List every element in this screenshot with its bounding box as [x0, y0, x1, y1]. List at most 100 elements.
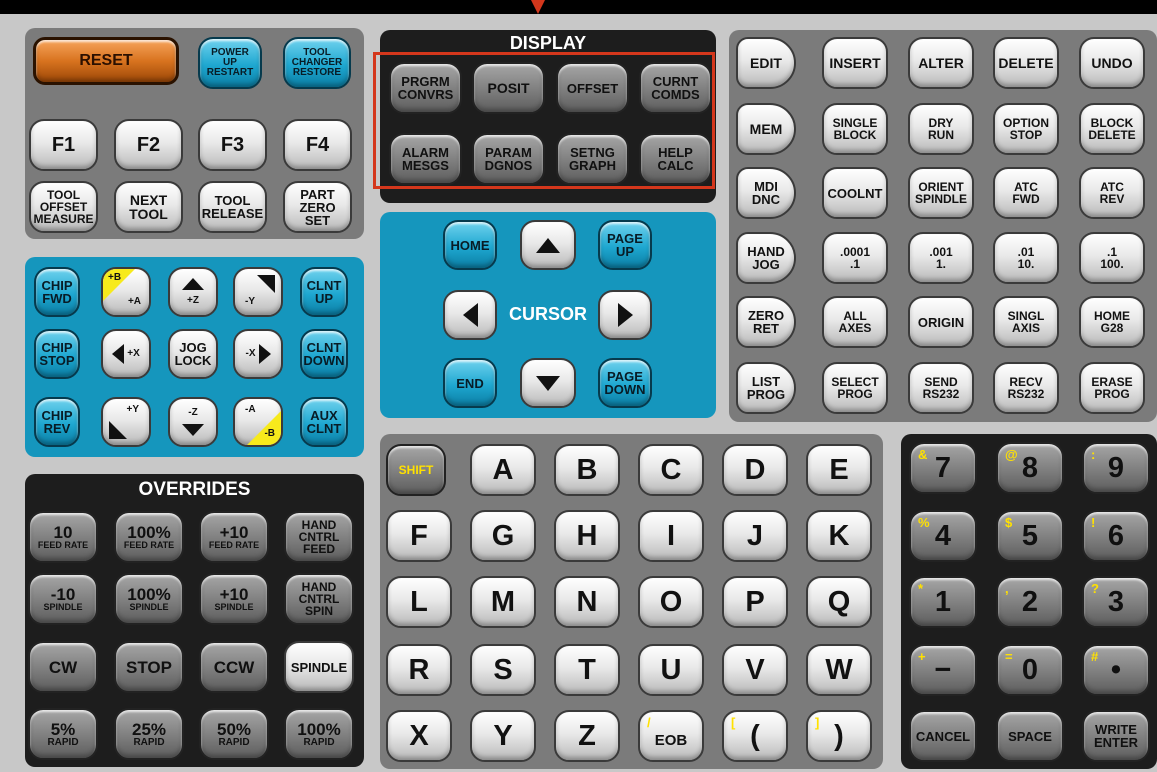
- jog-plus-y-button[interactable]: +Y: [101, 397, 151, 447]
- key-1[interactable]: * 1: [909, 576, 977, 628]
- f4-button[interactable]: F4: [283, 119, 352, 171]
- key-u[interactable]: U: [638, 644, 704, 696]
- write-enter-button[interactable]: WRITE ENTER: [1082, 710, 1150, 762]
- jog-increment-1-button[interactable]: .1 100.: [1079, 232, 1145, 284]
- tool-changer-restore-button[interactable]: TOOL CHANGER RESTORE: [283, 37, 351, 89]
- key-w[interactable]: W: [806, 644, 872, 696]
- prgrm-convrs-button[interactable]: PRGRM CONVRS: [389, 62, 462, 114]
- rapid-5-button[interactable]: 5% RAPID: [28, 708, 98, 760]
- dry-run-button[interactable]: DRY RUN: [908, 103, 974, 155]
- key-b[interactable]: B: [554, 444, 620, 496]
- tool-offset-measure-button[interactable]: TOOL OFFSET MEASURE: [29, 181, 98, 233]
- power-up-restart-button[interactable]: POWER UP RESTART: [198, 37, 262, 89]
- key-m[interactable]: M: [470, 576, 536, 628]
- key-n[interactable]: N: [554, 576, 620, 628]
- alter-button[interactable]: ALTER: [908, 37, 974, 89]
- spindle-button[interactable]: SPINDLE: [284, 641, 354, 693]
- f2-button[interactable]: F2: [114, 119, 183, 171]
- key-7[interactable]: & 7: [909, 442, 977, 494]
- spindle-plus-10-button[interactable]: +10 SPINDLE: [199, 573, 269, 625]
- f3-button[interactable]: F3: [198, 119, 267, 171]
- key-p[interactable]: P: [722, 576, 788, 628]
- key-o[interactable]: O: [638, 576, 704, 628]
- key-q[interactable]: Q: [806, 576, 872, 628]
- page-down-button[interactable]: PAGE DOWN: [598, 358, 652, 408]
- curnt-comds-button[interactable]: CURNT COMDS: [639, 62, 712, 114]
- stop-button[interactable]: STOP: [114, 641, 184, 693]
- jog-plus-z-button[interactable]: +Z: [168, 267, 218, 317]
- edit-mode-button[interactable]: EDIT: [736, 37, 796, 89]
- block-delete-button[interactable]: BLOCK DELETE: [1079, 103, 1145, 155]
- home-button[interactable]: HOME: [443, 220, 497, 270]
- single-block-button[interactable]: SINGLE BLOCK: [822, 103, 888, 155]
- key-minus[interactable]: + −: [909, 644, 977, 696]
- key-4[interactable]: % 4: [909, 510, 977, 562]
- page-up-button[interactable]: PAGE UP: [598, 220, 652, 270]
- key-3[interactable]: ? 3: [1082, 576, 1150, 628]
- cursor-down-button[interactable]: [520, 358, 576, 408]
- key-8[interactable]: @8: [996, 442, 1064, 494]
- key-r[interactable]: R: [386, 644, 452, 696]
- jog-minus-z-button[interactable]: -Z: [168, 397, 218, 447]
- rapid-25-button[interactable]: 25% RAPID: [114, 708, 184, 760]
- jog-minus-y-button[interactable]: -Y: [233, 267, 283, 317]
- setng-graph-button[interactable]: SETNG GRAPH: [556, 133, 629, 185]
- atc-fwd-button[interactable]: ATC FWD: [993, 167, 1059, 219]
- cw-button[interactable]: CW: [28, 641, 98, 693]
- key-0[interactable]: = 0: [996, 644, 1064, 696]
- spindle-100-button[interactable]: 100% SPINDLE: [114, 573, 184, 625]
- clnt-down-button[interactable]: CLNT DOWN: [300, 329, 348, 379]
- option-stop-button[interactable]: OPTION STOP: [993, 103, 1059, 155]
- cursor-left-button[interactable]: [443, 290, 497, 340]
- key-x[interactable]: X: [386, 710, 452, 762]
- feed-rate-100-button[interactable]: 100% FEED RATE: [114, 511, 184, 563]
- insert-button[interactable]: INSERT: [822, 37, 888, 89]
- orient-spindle-button[interactable]: ORIENT SPINDLE: [908, 167, 974, 219]
- key-e[interactable]: E: [806, 444, 872, 496]
- chip-fwd-button[interactable]: CHIP FWD: [34, 267, 80, 317]
- feed-rate-plus-10-button[interactable]: +10 FEED RATE: [199, 511, 269, 563]
- key-t[interactable]: T: [554, 644, 620, 696]
- rapid-100-button[interactable]: 100% RAPID: [284, 708, 354, 760]
- tool-release-button[interactable]: TOOL RELEASE: [198, 181, 267, 233]
- key-left-paren[interactable]: [(: [722, 710, 788, 762]
- key-decimal[interactable]: # •: [1082, 644, 1150, 696]
- f1-button[interactable]: F1: [29, 119, 98, 171]
- jog-minus-x-button[interactable]: -X: [233, 329, 283, 379]
- chip-rev-button[interactable]: CHIP REV: [34, 397, 80, 447]
- key-y[interactable]: Y: [470, 710, 536, 762]
- help-calc-button[interactable]: HELP CALC: [639, 133, 712, 185]
- key-j[interactable]: J: [722, 510, 788, 562]
- select-prog-button[interactable]: SELECT PROG: [822, 362, 888, 414]
- key-c[interactable]: C: [638, 444, 704, 496]
- chip-stop-button[interactable]: CHIP STOP: [34, 329, 80, 379]
- key-6[interactable]: ! 6: [1082, 510, 1150, 562]
- jog-increment-001-button[interactable]: .001 1.: [908, 232, 974, 284]
- rapid-50-button[interactable]: 50% RAPID: [199, 708, 269, 760]
- feed-rate-minus-10-button[interactable]: 10 FEED RATE: [28, 511, 98, 563]
- recv-rs232-button[interactable]: RECV RS232: [993, 362, 1059, 414]
- spindle-minus-10-button[interactable]: -10 SPINDLE: [28, 573, 98, 625]
- end-button[interactable]: END: [443, 358, 497, 408]
- key-g[interactable]: G: [470, 510, 536, 562]
- key-d[interactable]: D: [722, 444, 788, 496]
- all-axes-button[interactable]: ALL AXES: [822, 296, 888, 348]
- cursor-right-button[interactable]: [598, 290, 652, 340]
- jog-lock-button[interactable]: JOG LOCK: [168, 329, 218, 379]
- mem-mode-button[interactable]: MEM: [736, 103, 796, 155]
- key-a[interactable]: A: [470, 444, 536, 496]
- undo-button[interactable]: UNDO: [1079, 37, 1145, 89]
- key-z[interactable]: Z: [554, 710, 620, 762]
- key-i[interactable]: I: [638, 510, 704, 562]
- part-zero-set-button[interactable]: PART ZERO SET: [283, 181, 352, 233]
- hand-cntrl-spin-button[interactable]: HAND CNTRL SPIN: [284, 573, 354, 625]
- atc-rev-button[interactable]: ATC REV: [1079, 167, 1145, 219]
- erase-prog-button[interactable]: ERASE PROG: [1079, 362, 1145, 414]
- key-k[interactable]: K: [806, 510, 872, 562]
- hand-cntrl-feed-button[interactable]: HAND CNTRL FEED: [284, 511, 354, 563]
- space-button[interactable]: SPACE: [996, 710, 1064, 762]
- eob-button[interactable]: / EOB: [638, 710, 704, 762]
- clnt-up-button[interactable]: CLNT UP: [300, 267, 348, 317]
- aux-clnt-button[interactable]: AUX CLNT: [300, 397, 348, 447]
- alarm-mesgs-button[interactable]: ALARM MESGS: [389, 133, 462, 185]
